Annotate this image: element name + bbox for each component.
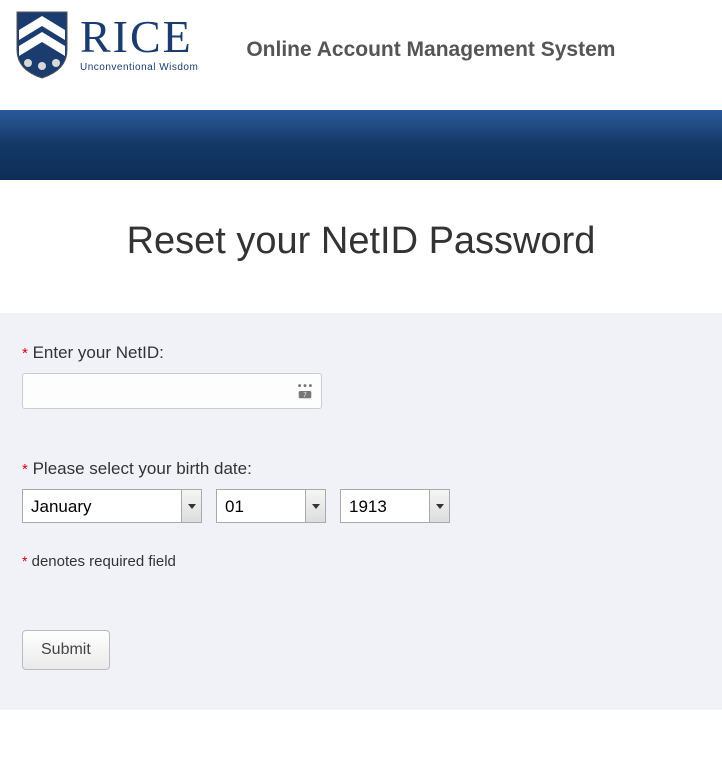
required-note-text: denotes required field xyxy=(32,553,176,570)
header: RICE Unconventional Wisdom Online Accoun… xyxy=(0,0,722,90)
year-select-wrap: 1913 xyxy=(340,489,450,523)
logo-text: RICE Unconventional Wisdom xyxy=(80,14,198,73)
content-area: Reset your NetID Password * Enter your N… xyxy=(0,180,722,730)
keyboard-icon: 7 xyxy=(296,382,314,400)
netid-input[interactable] xyxy=(22,373,322,409)
shield-logo-icon xyxy=(12,10,72,80)
netid-field-group: * Enter your NetID: 7 xyxy=(22,343,700,409)
netid-label-text: Enter your NetID: xyxy=(33,343,164,362)
netid-label: * Enter your NetID: xyxy=(22,343,700,363)
month-select[interactable]: January xyxy=(22,489,202,523)
brand-name: RICE xyxy=(80,14,198,60)
nav-bar xyxy=(0,110,722,180)
form-area: * Enter your NetID: 7 * Please select yo… xyxy=(0,313,722,710)
submit-button[interactable]: Submit xyxy=(22,630,110,670)
year-select[interactable]: 1913 xyxy=(340,489,450,523)
day-select-wrap: 01 xyxy=(216,489,326,523)
page-title: Reset your NetID Password xyxy=(20,220,702,263)
required-star: * xyxy=(22,461,28,478)
required-star: * xyxy=(22,553,27,569)
system-title: Online Account Management System xyxy=(246,38,615,62)
month-select-wrap: January xyxy=(22,489,202,523)
day-select[interactable]: 01 xyxy=(216,489,326,523)
logo-group: RICE Unconventional Wisdom xyxy=(12,10,198,80)
birthdate-label-text: Please select your birth date: xyxy=(33,459,252,478)
netid-input-wrap: 7 xyxy=(22,373,322,409)
date-selects-row: January 01 1913 xyxy=(22,489,700,523)
required-star: * xyxy=(22,345,28,362)
svg-text:7: 7 xyxy=(303,392,307,399)
required-footnote: * denotes required field xyxy=(22,553,700,570)
birthdate-field-group: * Please select your birth date: January… xyxy=(22,459,700,523)
birthdate-label: * Please select your birth date: xyxy=(22,459,700,479)
brand-tagline: Unconventional Wisdom xyxy=(80,62,198,73)
